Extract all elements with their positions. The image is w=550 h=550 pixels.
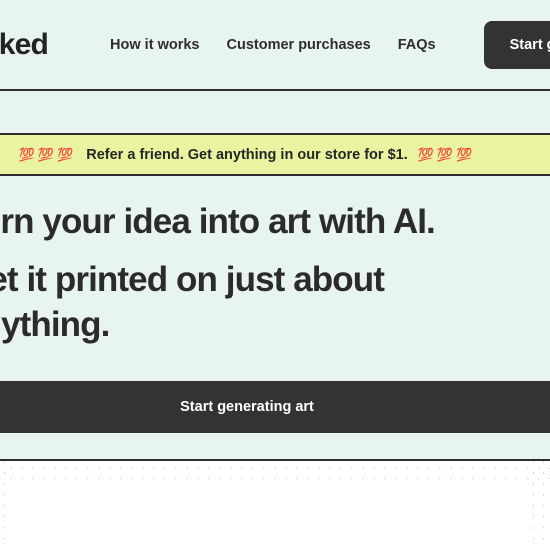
nav-link-customer-purchases[interactable]: Customer purchases (226, 37, 370, 53)
page-viewport: Naked How it works Customer purchases FA… (0, 0, 550, 550)
hero-section: Turn your idea into art with AI. Get it … (0, 176, 550, 381)
site-header: Naked How it works Customer purchases FA… (0, 0, 550, 91)
hero-start-generating-art-button[interactable]: Start generating art (0, 381, 550, 433)
dotted-column-guide-left (4, 461, 5, 549)
header-spacer (0, 91, 550, 133)
dotted-divider-second (0, 478, 550, 479)
header-start-generating-art-button[interactable]: Start generating art (483, 20, 550, 69)
dotted-column-guide-right-outer (543, 461, 544, 549)
hundred-points-icon-right: 💯💯💯 (417, 147, 476, 162)
site-logo[interactable]: Naked (0, 28, 49, 62)
promo-banner-text: Refer a friend. Get anything in our stor… (86, 146, 408, 163)
nav-link-faqs[interactable]: FAQs (398, 37, 436, 53)
hero-cta-container: Start generating art (0, 381, 550, 433)
dotted-divider-top (0, 468, 550, 469)
dotted-column-guide-right (533, 461, 534, 549)
hero-headline-line-1: Turn your idea into art with AI. (0, 202, 436, 241)
referral-promo-banner[interactable]: 💯💯💯 Refer a friend. Get anything in our … (0, 133, 550, 176)
hero-headline-line-2-text: Get it printed on just about anything. (0, 259, 385, 344)
hero-bottom-spacer (0, 433, 550, 461)
dotted-grid-section (0, 461, 550, 549)
header-inner: Naked How it works Customer purchases FA… (0, 0, 550, 89)
primary-nav: How it works Customer purchases FAQs Sta… (110, 20, 550, 69)
nav-link-how-it-works[interactable]: How it works (110, 37, 199, 53)
hundred-points-icon-left: 💯💯💯 (18, 147, 77, 162)
hero-headline-line-2: Get it printed on just about anything. (0, 258, 532, 348)
